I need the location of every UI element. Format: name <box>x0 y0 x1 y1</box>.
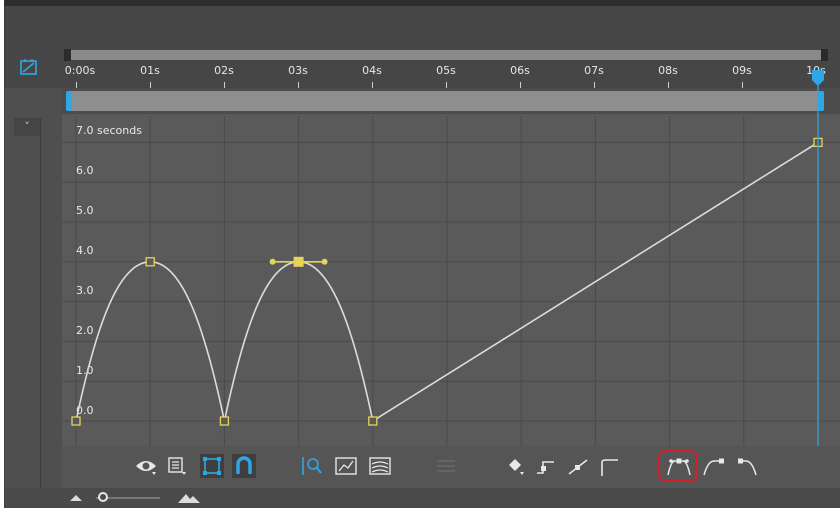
convert-keyframe-icon[interactable] <box>506 456 528 478</box>
fit-selection-icon[interactable] <box>300 455 324 477</box>
keyframe[interactable] <box>145 257 155 267</box>
easy-ease-icon[interactable] <box>666 455 692 477</box>
eye-icon[interactable] <box>134 456 158 476</box>
zoom-out-icon[interactable] <box>68 492 84 504</box>
bezier-handle[interactable] <box>321 258 328 265</box>
keyframe-selected[interactable] <box>293 256 304 267</box>
graph-editor-toolbar <box>62 446 840 488</box>
snap-icon[interactable] <box>232 454 256 478</box>
hold-keyframe-icon[interactable] <box>534 456 558 478</box>
bezier-handle[interactable] <box>269 258 276 265</box>
graph-editor-icon[interactable] <box>368 456 392 476</box>
easy-ease-out-icon[interactable] <box>734 455 760 477</box>
linear-keyframe-icon[interactable] <box>566 456 590 478</box>
graph-editor-panel: ˅ 0:00s 01s 02s 03s 04s 05s 06s 07s 08s … <box>4 0 840 508</box>
value-graph[interactable] <box>4 0 840 508</box>
easy-ease-in-icon[interactable] <box>702 455 728 477</box>
keyframe[interactable] <box>219 416 230 426</box>
keyframe[interactable] <box>71 416 81 426</box>
auto-bezier-icon[interactable] <box>598 456 622 478</box>
zoom-in-icon[interactable] <box>176 491 202 505</box>
transform-box-icon[interactable] <box>200 454 224 478</box>
graph-type-icon[interactable] <box>166 456 188 476</box>
fit-all-icon[interactable] <box>334 456 358 476</box>
separate-dimensions-icon[interactable] <box>434 458 458 474</box>
panel-border <box>4 0 5 508</box>
zoom-slider-thumb[interactable] <box>98 492 108 502</box>
playhead[interactable] <box>812 70 824 446</box>
keyframe[interactable] <box>368 416 378 426</box>
zoom-footer <box>4 488 840 508</box>
